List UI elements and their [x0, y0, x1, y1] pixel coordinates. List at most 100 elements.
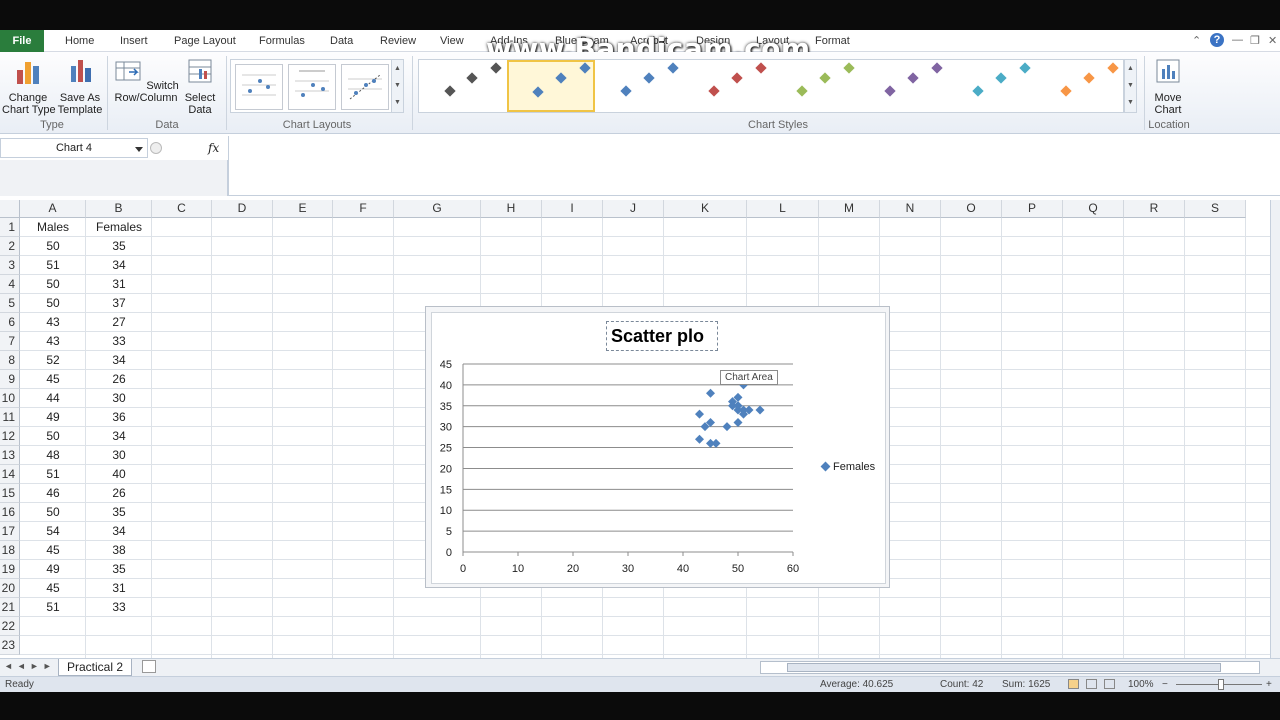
row-header-15[interactable]: 15 — [0, 484, 20, 503]
tab-data[interactable]: Data — [330, 33, 353, 51]
vertical-scrollbar[interactable] — [1270, 200, 1280, 658]
page-layout-view-icon[interactable] — [1086, 679, 1097, 689]
row-header-6[interactable]: 6 — [0, 313, 20, 332]
move-chart-button[interactable]: Move Chart — [1148, 56, 1188, 116]
close-window-icon[interactable]: ✕ — [1268, 34, 1277, 47]
zoom-level[interactable]: 100% — [1128, 677, 1154, 692]
row-header-5[interactable]: 5 — [0, 294, 20, 313]
zoom-in-icon[interactable]: + — [1266, 677, 1272, 692]
cell[interactable]: Males — [20, 218, 86, 237]
column-header-B[interactable]: B — [86, 200, 152, 218]
chart-style-3[interactable] — [599, 60, 687, 112]
cell[interactable]: 36 — [86, 408, 152, 427]
tab-home[interactable]: Home — [65, 33, 94, 51]
column-header-G[interactable]: G — [394, 200, 481, 218]
row-header-16[interactable]: 16 — [0, 503, 20, 522]
cell[interactable]: 38 — [86, 541, 152, 560]
column-header-M[interactable]: M — [819, 200, 880, 218]
help-icon[interactable]: ? — [1210, 33, 1224, 47]
cell[interactable]: 51 — [20, 465, 86, 484]
chart-style-2[interactable] — [507, 60, 595, 112]
column-header-H[interactable]: H — [481, 200, 542, 218]
name-box[interactable]: Chart 4 — [0, 138, 148, 158]
chart-style-7[interactable] — [951, 60, 1039, 112]
horizontal-scrollbar[interactable] — [760, 661, 1260, 674]
chart-style-5[interactable] — [775, 60, 863, 112]
tab-file[interactable]: File — [0, 30, 44, 52]
styles-scroll[interactable]: ▲ ▼ ▼ — [1124, 59, 1137, 113]
insert-sheet-icon[interactable] — [142, 660, 156, 673]
row-header-8[interactable]: 8 — [0, 351, 20, 370]
column-header-N[interactable]: N — [880, 200, 941, 218]
cell[interactable]: 30 — [86, 389, 152, 408]
cell[interactable]: 34 — [86, 427, 152, 446]
cell[interactable]: 43 — [20, 332, 86, 351]
row-header-19[interactable]: 19 — [0, 560, 20, 579]
cell[interactable]: 45 — [20, 579, 86, 598]
cell[interactable]: 49 — [20, 408, 86, 427]
cell[interactable]: 50 — [20, 275, 86, 294]
chart-style-6[interactable] — [863, 60, 951, 112]
cell[interactable]: 40 — [86, 465, 152, 484]
cell[interactable]: 48 — [20, 446, 86, 465]
column-header-O[interactable]: O — [941, 200, 1002, 218]
cell[interactable]: 50 — [20, 294, 86, 313]
tab-review[interactable]: Review — [380, 33, 416, 51]
chart-style-8[interactable] — [1039, 60, 1127, 112]
cell[interactable]: 43 — [20, 313, 86, 332]
cell[interactable]: 50 — [20, 503, 86, 522]
cell[interactable]: 31 — [86, 579, 152, 598]
chart-layout-1[interactable] — [235, 64, 283, 110]
cell[interactable]: 30 — [86, 446, 152, 465]
cell[interactable]: 46 — [20, 484, 86, 503]
row-header-12[interactable]: 12 — [0, 427, 20, 446]
cell[interactable]: 49 — [20, 560, 86, 579]
column-header-P[interactable]: P — [1002, 200, 1063, 218]
minimize-ribbon-icon[interactable]: ⌃ — [1192, 34, 1201, 47]
chart-layout-3[interactable] — [341, 64, 389, 110]
zoom-out-icon[interactable]: − — [1162, 677, 1168, 692]
row-header-9[interactable]: 9 — [0, 370, 20, 389]
page-break-view-icon[interactable] — [1104, 679, 1115, 689]
row-header-7[interactable]: 7 — [0, 332, 20, 351]
row-header-17[interactable]: 17 — [0, 522, 20, 541]
cell[interactable]: 35 — [86, 503, 152, 522]
cell[interactable]: 45 — [20, 370, 86, 389]
cell[interactable]: 51 — [20, 256, 86, 275]
row-header-21[interactable]: 21 — [0, 598, 20, 617]
cell[interactable]: 35 — [86, 560, 152, 579]
row-header-4[interactable]: 4 — [0, 275, 20, 294]
column-header-C[interactable]: C — [152, 200, 212, 218]
cell[interactable]: 50 — [20, 237, 86, 256]
select-all-corner[interactable] — [0, 200, 20, 218]
row-header-3[interactable]: 3 — [0, 256, 20, 275]
chart-object[interactable]: 0 5 10 15 20 25 30 35 40 45 0 10 20 30 40 50 60 Scatter … — [425, 306, 890, 588]
column-header-J[interactable]: J — [603, 200, 664, 218]
minimize-window-icon[interactable]: — — [1232, 34, 1243, 46]
column-header-D[interactable]: D — [212, 200, 273, 218]
formula-input[interactable] — [228, 136, 1272, 196]
scroll-thumb[interactable] — [787, 663, 1221, 672]
column-header-E[interactable]: E — [273, 200, 333, 218]
layouts-scroll[interactable]: ▲ ▼ ▼ — [391, 59, 404, 113]
cell[interactable]: 45 — [20, 541, 86, 560]
column-header-F[interactable]: F — [333, 200, 394, 218]
cell[interactable]: 54 — [20, 522, 86, 541]
row-header-22[interactable]: 22 — [0, 617, 20, 636]
column-header-K[interactable]: K — [664, 200, 747, 218]
switch-row-column-button[interactable]: Switch Row/Column — [112, 56, 180, 104]
cell[interactable]: 33 — [86, 332, 152, 351]
row-header-14[interactable]: 14 — [0, 465, 20, 484]
tab-view[interactable]: View — [440, 33, 464, 51]
chart-style-4[interactable] — [687, 60, 775, 112]
cell[interactable]: 26 — [86, 370, 152, 389]
column-header-A[interactable]: A — [20, 200, 86, 218]
row-header-10[interactable]: 10 — [0, 389, 20, 408]
row-header-2[interactable]: 2 — [0, 237, 20, 256]
chevron-down-icon[interactable] — [135, 147, 143, 152]
cell[interactable]: 33 — [86, 598, 152, 617]
row-header-23[interactable]: 23 — [0, 636, 20, 655]
cell[interactable]: 34 — [86, 351, 152, 370]
tab-page-layout[interactable]: Page Layout — [174, 33, 236, 51]
cell[interactable]: 34 — [86, 522, 152, 541]
